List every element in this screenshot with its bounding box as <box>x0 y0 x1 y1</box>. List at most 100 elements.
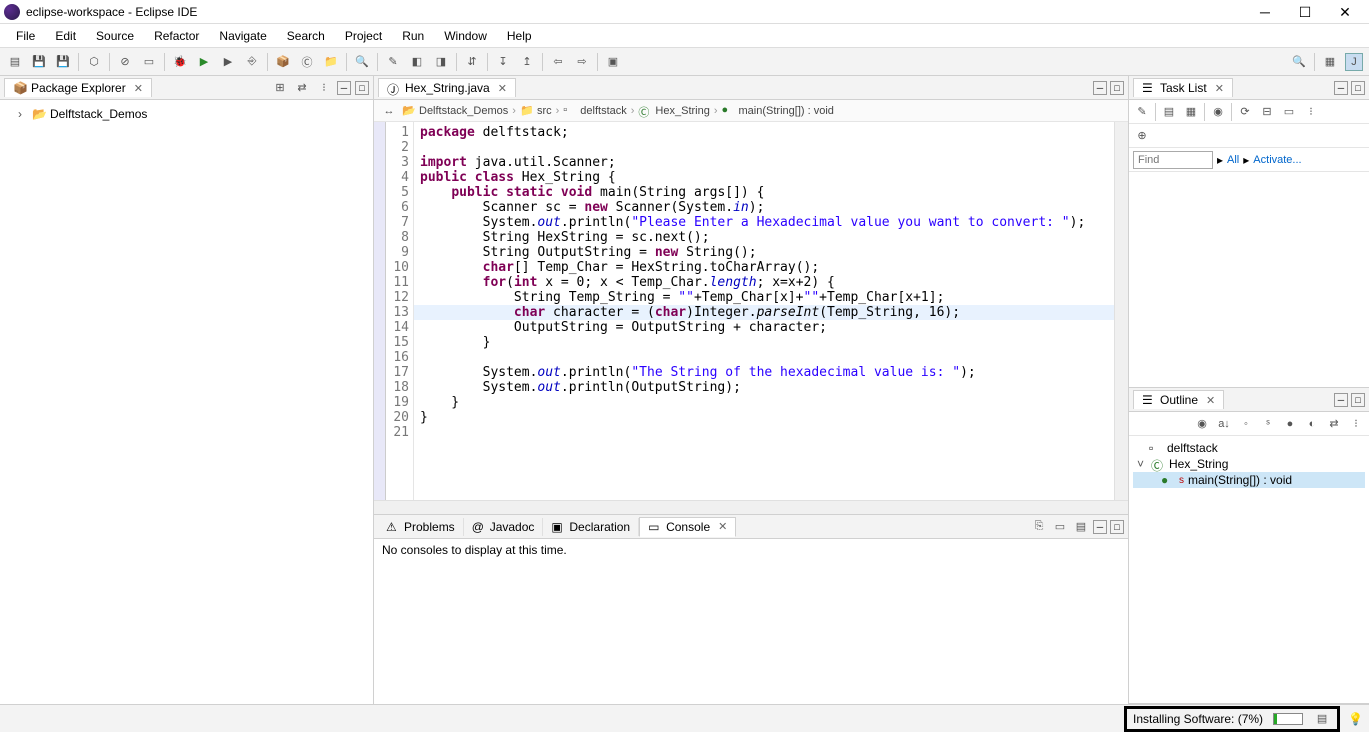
tree-item-project[interactable]: › 📂 Delftstack_Demos <box>6 106 367 122</box>
tab-declaration[interactable]: ▣Declaration <box>543 518 639 536</box>
caret-down-icon[interactable]: ˅ <box>1137 457 1147 471</box>
tab-console[interactable]: ▭Console✕ <box>639 517 736 537</box>
display-console-icon[interactable]: ▭ <box>1051 518 1069 536</box>
hide-fields-icon[interactable]: ◦ <box>1237 415 1255 433</box>
link-outline-icon[interactable]: ⇄ <box>1325 415 1343 433</box>
crumb-project[interactable]: 📂Delftstack_Demos <box>402 104 508 118</box>
code-editor[interactable]: 1 2 3 4 5 6 7 8 9 10 11 12 13 14 15 16 1… <box>374 122 1128 500</box>
menu-run[interactable]: Run <box>392 27 434 45</box>
crumb-class[interactable]: ⒸHex_String <box>638 104 709 118</box>
caret-right-icon[interactable]: ▸ <box>1243 153 1249 167</box>
package-explorer-tab[interactable]: 📦 Package Explorer ✕ <box>4 78 152 97</box>
access-search-icon[interactable]: 🔍 <box>1290 53 1308 71</box>
task-list-tab[interactable]: ☰ Task List ✕ <box>1133 78 1233 97</box>
new-icon[interactable]: ▤ <box>6 53 24 71</box>
hide-static-icon[interactable]: ˢ <box>1259 415 1277 433</box>
overview-ruler[interactable] <box>1114 122 1128 500</box>
hide-icon[interactable]: ▭ <box>1280 103 1298 121</box>
ref2-icon[interactable]: ◨ <box>432 53 450 71</box>
skip-icon[interactable]: ⊘ <box>116 53 134 71</box>
prev-anno-icon[interactable]: ↥ <box>518 53 536 71</box>
ref1-icon[interactable]: ◧ <box>408 53 426 71</box>
new-class-icon[interactable]: Ⓒ <box>298 53 316 71</box>
close-icon[interactable]: ✕ <box>714 520 727 533</box>
java-persp-icon[interactable]: J <box>1345 53 1363 71</box>
maximize-editor-icon[interactable]: □ <box>1110 81 1124 95</box>
status-progress-box[interactable]: Installing Software: (7%) ▤ <box>1124 706 1340 732</box>
persp-icon[interactable]: ▣ <box>604 53 622 71</box>
minimize-view-icon[interactable]: ─ <box>1334 81 1348 95</box>
menu-edit[interactable]: Edit <box>45 27 86 45</box>
tab-problems[interactable]: ⚠Problems <box>378 518 464 536</box>
save-icon[interactable]: 💾 <box>30 53 48 71</box>
next-anno-icon[interactable]: ↧ <box>494 53 512 71</box>
menu-file[interactable]: File <box>6 27 45 45</box>
minimize-button[interactable]: ─ <box>1245 0 1285 24</box>
focus-icon[interactable]: ◉ <box>1209 103 1227 121</box>
filter-icon[interactable]: ⁝ <box>315 79 333 97</box>
caret-right-icon[interactable]: › <box>18 107 28 121</box>
run-icon[interactable]: ▶ <box>195 53 213 71</box>
wand-icon[interactable]: ✎ <box>384 53 402 71</box>
maximize-button[interactable]: ☐ <box>1285 0 1325 24</box>
pin-icon[interactable]: ⇵ <box>463 53 481 71</box>
minimize-editor-icon[interactable]: ─ <box>1093 81 1107 95</box>
collapse-icon[interactable]: ⊟ <box>1258 103 1276 121</box>
close-button[interactable]: ✕ <box>1325 0 1365 24</box>
toggle-icon[interactable]: ▭ <box>140 53 158 71</box>
caret-right-icon[interactable]: ▸ <box>1217 153 1223 167</box>
link-icon[interactable]: ⇄ <box>293 79 311 97</box>
build-icon[interactable]: ⬡ <box>85 53 103 71</box>
crumb-method[interactable]: ●main(String[]) : void <box>722 104 834 118</box>
close-icon[interactable]: ✕ <box>1202 394 1215 407</box>
open-console-icon[interactable]: ▤ <box>1072 518 1090 536</box>
outline-item-method[interactable]: ● s main(String[]) : void <box>1133 472 1365 488</box>
editor-tab-hexstring[interactable]: Ⓙ Hex_String.java ✕ <box>378 78 516 97</box>
maximize-view-icon[interactable]: □ <box>1351 393 1365 407</box>
maximize-view-icon[interactable]: □ <box>1351 81 1365 95</box>
code-area[interactable]: package delftstack; import java.util.Sca… <box>414 122 1114 500</box>
close-icon[interactable]: ✕ <box>1211 82 1224 95</box>
crumb-pkg[interactable]: ▫delftstack <box>563 104 626 118</box>
collapse-icon[interactable]: ⊞ <box>271 79 289 97</box>
debug-icon[interactable]: 🐞 <box>171 53 189 71</box>
minimize-view-icon[interactable]: ─ <box>1093 520 1107 534</box>
filter-icon[interactable]: ⊕ <box>1133 127 1151 145</box>
save-all-icon[interactable]: 💾 <box>54 53 72 71</box>
progress-details-icon[interactable]: ▤ <box>1313 710 1331 728</box>
search-icon[interactable]: 🔍 <box>353 53 371 71</box>
tip-icon[interactable]: 💡 <box>1348 712 1363 726</box>
pin-console-icon[interactable]: ⎘ <box>1030 518 1048 536</box>
back-icon[interactable]: ⇦ <box>549 53 567 71</box>
menu-window[interactable]: Window <box>434 27 497 45</box>
hide-nonpublic-icon[interactable]: ● <box>1281 415 1299 433</box>
menu-search[interactable]: Search <box>277 27 335 45</box>
outline-tab[interactable]: ☰ Outline ✕ <box>1133 390 1224 409</box>
sort-icon[interactable]: a↓ <box>1215 415 1233 433</box>
sched-icon[interactable]: ▦ <box>1182 103 1200 121</box>
open-persp-icon[interactable]: ▦ <box>1321 53 1339 71</box>
new-task-icon[interactable]: ✎ <box>1133 103 1151 121</box>
minimize-view-icon[interactable]: ─ <box>1334 393 1348 407</box>
menu-navigate[interactable]: Navigate <box>209 27 276 45</box>
tab-javadoc[interactable]: @Javadoc <box>464 518 544 536</box>
task-link-all[interactable]: All <box>1227 154 1239 166</box>
menu-icon[interactable]: ⁝ <box>1347 415 1365 433</box>
menu-help[interactable]: Help <box>497 27 542 45</box>
maximize-view-icon[interactable]: □ <box>355 81 369 95</box>
editor-h-scroll[interactable] <box>374 500 1128 514</box>
history-icon[interactable]: ↔ <box>380 102 398 120</box>
fwd-icon[interactable]: ⇨ <box>573 53 591 71</box>
coverage-icon[interactable]: ▶ <box>219 53 237 71</box>
crumb-src[interactable]: 📁src <box>520 104 552 118</box>
task-find-input[interactable] <box>1133 151 1213 169</box>
menu-project[interactable]: Project <box>335 27 392 45</box>
focus-icon[interactable]: ◉ <box>1193 415 1211 433</box>
new-pkg-icon[interactable]: 📦 <box>274 53 292 71</box>
task-link-activate[interactable]: Activate... <box>1253 154 1301 166</box>
new-folder-icon[interactable]: 📁 <box>322 53 340 71</box>
outline-item-package[interactable]: ▫ delftstack <box>1133 440 1365 456</box>
maximize-view-icon[interactable]: □ <box>1110 520 1124 534</box>
menu-source[interactable]: Source <box>86 27 144 45</box>
external-icon[interactable]: ⎆ <box>243 53 261 71</box>
